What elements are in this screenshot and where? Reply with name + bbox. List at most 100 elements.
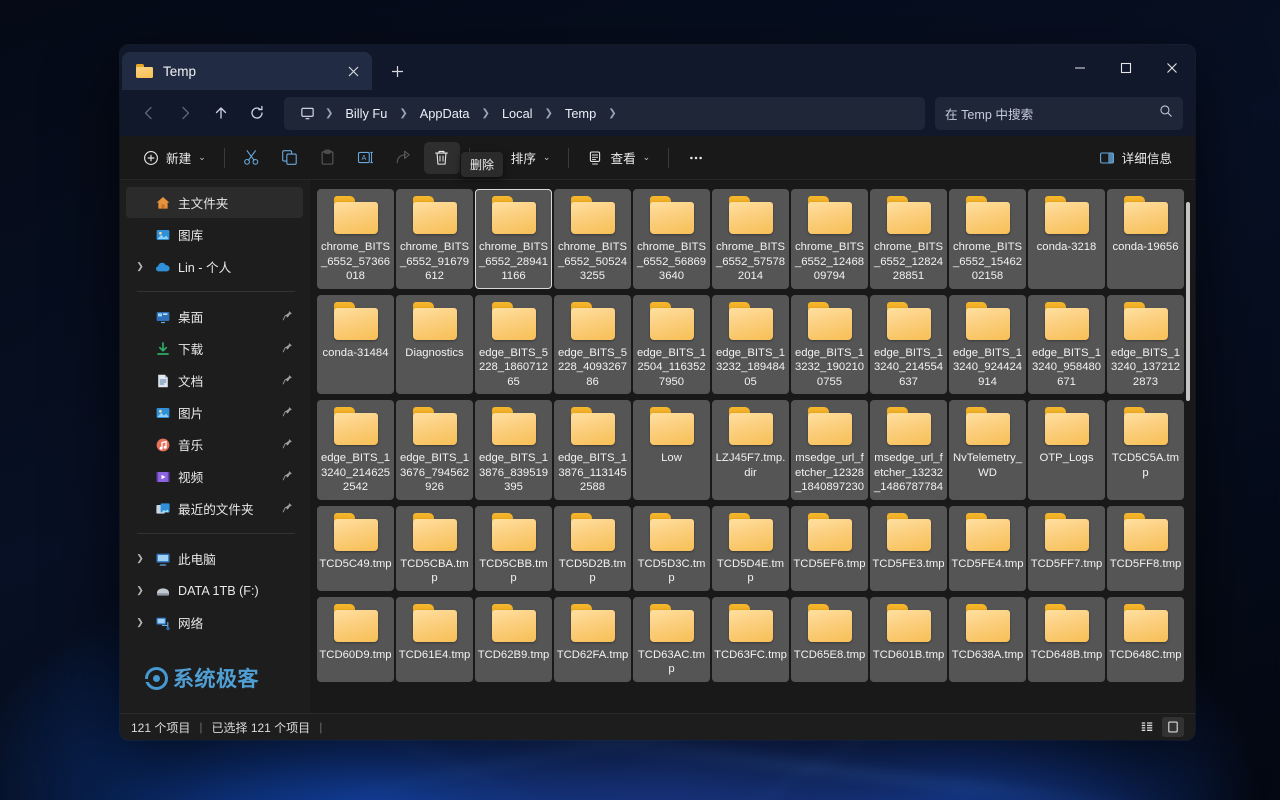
forward-button[interactable] <box>168 97 202 129</box>
file-item[interactable]: edge_BITS_5228_186071265 <box>475 294 552 394</box>
file-item[interactable]: TCD5D3C.tmp <box>633 505 710 591</box>
sidebar-item-2[interactable]: ❯ Lin - 个人 <box>126 251 303 282</box>
breadcrumb-item-3[interactable]: Temp <box>558 103 603 124</box>
file-item[interactable]: TCD65E8.tmp <box>791 596 868 682</box>
file-item[interactable]: Low <box>633 400 710 500</box>
pin-icon[interactable] <box>282 438 293 452</box>
breadcrumb-chevron-icon[interactable]: ❯ <box>322 108 336 119</box>
file-item[interactable]: TCD5FE3.tmp <box>870 505 947 591</box>
cut-button[interactable] <box>234 142 270 174</box>
sidebar-item-0[interactable]: 主文件夹 <box>126 187 303 218</box>
more-options-button[interactable] <box>678 142 714 174</box>
file-item[interactable]: TCD5D4E.tmp <box>712 505 789 591</box>
new-tab-button[interactable] <box>381 55 413 87</box>
file-item[interactable]: TCD62B9.tmp <box>475 596 552 682</box>
file-item[interactable]: TCD5FE4.tmp <box>949 505 1026 591</box>
copy-button[interactable] <box>272 142 308 174</box>
file-item[interactable]: edge_BITS_13232_18948405 <box>712 294 789 394</box>
sidebar-item-6[interactable]: 最近的文件夹 <box>126 493 303 524</box>
chevron-right-icon[interactable]: ❯ <box>132 617 148 628</box>
file-item[interactable]: TCD5EF6.tmp <box>791 505 868 591</box>
sidebar-item-0[interactable]: ❯ 此电脑 <box>126 543 303 574</box>
file-item[interactable]: OTP_Logs <box>1028 400 1105 500</box>
file-item[interactable]: TCD648B.tmp <box>1028 596 1105 682</box>
new-button[interactable]: 新建 ⌄ <box>134 142 215 174</box>
breadcrumb-chevron-icon[interactable]: ❯ <box>479 108 493 119</box>
file-item[interactable]: edge_BITS_13676_794562926 <box>396 400 473 500</box>
close-window-button[interactable] <box>1149 45 1195 90</box>
sidebar-item-2[interactable]: ❯ 网络 <box>126 607 303 638</box>
file-item[interactable]: TCD5CBA.tmp <box>396 505 473 591</box>
file-item[interactable]: edge_BITS_5228_409326786 <box>554 294 631 394</box>
chevron-right-icon[interactable]: ❯ <box>132 261 148 272</box>
sidebar-item-1[interactable]: 下载 <box>126 333 303 364</box>
pin-icon[interactable] <box>282 470 293 484</box>
file-item[interactable]: conda-31484 <box>317 294 394 394</box>
delete-button[interactable] <box>423 141 460 174</box>
file-item[interactable]: edge_BITS_13240_958480671 <box>1028 294 1105 394</box>
file-item[interactable]: edge_BITS_13232_1902100755 <box>791 294 868 394</box>
sidebar-item-0[interactable]: 桌面 <box>126 301 303 332</box>
file-item[interactable]: TCD601B.tmp <box>870 596 947 682</box>
file-item[interactable]: TCD648C.tmp <box>1107 596 1184 682</box>
rename-button[interactable]: A <box>348 142 384 174</box>
file-item[interactable]: chrome_BITS_6552_1282428851 <box>870 189 947 289</box>
file-item[interactable]: chrome_BITS_6552_568693640 <box>633 189 710 289</box>
pin-icon[interactable] <box>282 310 293 324</box>
maximize-button[interactable] <box>1103 45 1149 90</box>
file-item[interactable]: TCD5FF8.tmp <box>1107 505 1184 591</box>
address-bar[interactable]: ❯ Billy Fu ❯ AppData ❯ Local ❯ Temp ❯ <box>284 96 925 130</box>
file-item[interactable]: NvTelemetry_WD <box>949 400 1026 500</box>
file-item[interactable]: TCD60D9.tmp <box>317 596 394 682</box>
file-item[interactable]: chrome_BITS_6552_505243255 <box>554 189 631 289</box>
large-icons-view-toggle[interactable] <box>1162 717 1184 737</box>
details-pane-button[interactable]: 详细信息 <box>1090 142 1181 174</box>
file-item[interactable]: edge_BITS_13240_924424914 <box>949 294 1026 394</box>
file-item[interactable]: TCD5CBB.tmp <box>475 505 552 591</box>
back-button[interactable] <box>132 97 166 129</box>
pin-icon[interactable] <box>282 374 293 388</box>
file-item[interactable]: TCD5C5A.tmp <box>1107 400 1184 500</box>
breadcrumb-item-2[interactable]: Local <box>495 103 540 124</box>
file-list-view[interactable]: chrome_BITS_6552_57366018 chrome_BITS_655… <box>310 180 1195 713</box>
breadcrumb-chevron-icon[interactable]: ❯ <box>396 108 410 119</box>
pin-icon[interactable] <box>282 502 293 516</box>
sidebar-item-4[interactable]: 音乐 <box>126 429 303 460</box>
details-view-toggle[interactable] <box>1136 717 1158 737</box>
breadcrumb-chevron-icon[interactable]: ❯ <box>605 108 619 119</box>
file-item[interactable]: chrome_BITS_6552_1546202158 <box>949 189 1026 289</box>
file-item[interactable]: edge_BITS_13876_839519395 <box>475 400 552 500</box>
file-item[interactable]: TCD638A.tmp <box>949 596 1026 682</box>
search-box[interactable]: 在 Temp 中搜索 <box>935 96 1183 130</box>
file-item[interactable]: TCD61E4.tmp <box>396 596 473 682</box>
file-item[interactable]: Diagnostics <box>396 294 473 394</box>
file-item[interactable]: edge_BITS_13240_214554637 <box>870 294 947 394</box>
file-item[interactable]: edge_BITS_13876_1131452588 <box>554 400 631 500</box>
file-item[interactable]: TCD63AC.tmp <box>633 596 710 682</box>
vertical-scrollbar[interactable] <box>1186 188 1190 713</box>
file-item[interactable]: TCD5C49.tmp <box>317 505 394 591</box>
view-button[interactable]: 查看 ⌄ <box>578 142 659 174</box>
file-item[interactable]: chrome_BITS_6552_575782014 <box>712 189 789 289</box>
file-item[interactable]: msedge_url_fetcher_13232_1486787784 <box>870 400 947 500</box>
pin-icon[interactable] <box>282 342 293 356</box>
file-item[interactable]: TCD5D2B.tmp <box>554 505 631 591</box>
file-item[interactable]: chrome_BITS_6552_289411166 <box>475 189 552 289</box>
close-tab-icon[interactable] <box>340 58 366 84</box>
file-item[interactable]: edge_BITS_12504_1163527950 <box>633 294 710 394</box>
sidebar-item-1[interactable]: 图库 <box>126 219 303 250</box>
file-item[interactable]: chrome_BITS_6552_1246809794 <box>791 189 868 289</box>
search-icon[interactable] <box>1159 104 1173 123</box>
file-item[interactable]: chrome_BITS_6552_57366018 <box>317 189 394 289</box>
tab-temp[interactable]: Temp <box>122 52 372 90</box>
file-item[interactable]: TCD63FC.tmp <box>712 596 789 682</box>
scrollbar-thumb[interactable] <box>1186 202 1190 401</box>
sidebar-item-5[interactable]: 视频 <box>126 461 303 492</box>
breadcrumb-chevron-icon[interactable]: ❯ <box>542 108 556 119</box>
this-pc-icon[interactable] <box>294 100 320 126</box>
breadcrumb-item-1[interactable]: AppData <box>413 103 477 124</box>
pin-icon[interactable] <box>282 406 293 420</box>
sidebar-item-2[interactable]: 文档 <box>126 365 303 396</box>
file-item[interactable]: conda-3218 <box>1028 189 1105 289</box>
refresh-button[interactable] <box>240 97 274 129</box>
